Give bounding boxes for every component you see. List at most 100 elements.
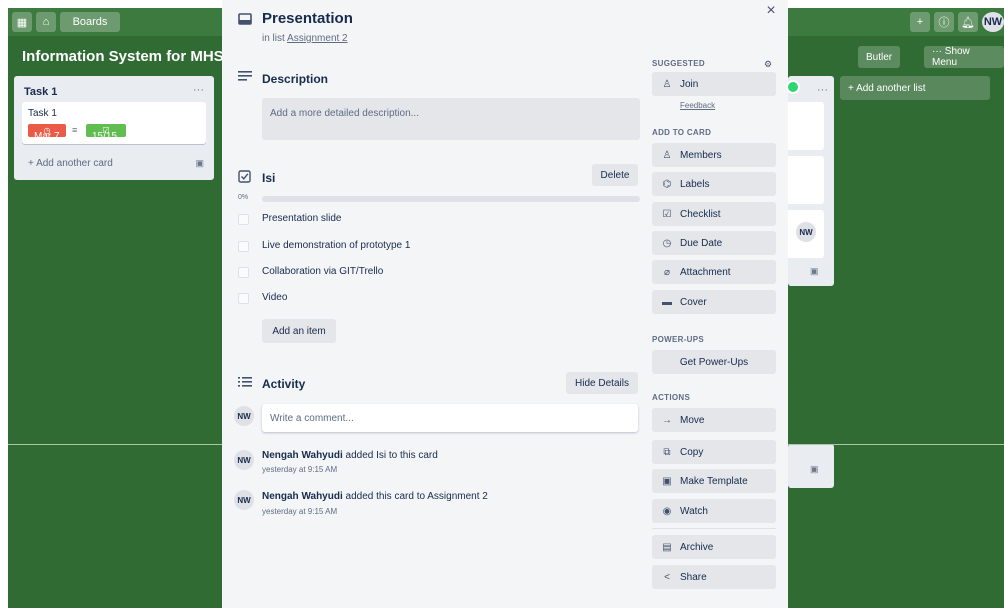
list-title[interactable]: Task 1 xyxy=(24,86,57,98)
comment-input[interactable]: Write a comment... xyxy=(262,404,638,432)
due-date-text: Mar 7 xyxy=(34,131,60,142)
checklist-item-label[interactable]: Live demonstration of prototype 1 xyxy=(262,240,410,251)
activity-avatar[interactable]: NW xyxy=(234,490,254,510)
suggested-heading: SUGGESTED xyxy=(652,59,705,68)
delete-checklist-label: Delete xyxy=(600,169,630,181)
copy-button[interactable]: ⧉ Copy xyxy=(652,440,776,464)
add-item-button[interactable]: Add an item xyxy=(262,319,336,343)
checklist-item-checkbox[interactable] xyxy=(238,213,249,225)
card-title[interactable]: Presentation xyxy=(262,10,353,27)
board-title[interactable]: Information System for MHS xyxy=(22,48,224,65)
butler-label: Butler xyxy=(866,51,893,63)
description-indicator-icon: ≡ xyxy=(72,125,78,135)
board-card[interactable]: Task 1 ◷ Mar 7 ≡ ☑ 15/15 xyxy=(22,102,206,144)
watch-button[interactable]: ◉ Watch xyxy=(652,499,776,523)
hide-details-button[interactable]: Hide Details xyxy=(566,372,638,394)
comment-avatar-initials: NW xyxy=(237,411,251,421)
checklist-item-label[interactable]: Presentation slide xyxy=(262,213,342,224)
activity-avatar[interactable]: NW xyxy=(234,450,254,470)
in-list-text: in list Assignment 2 xyxy=(262,33,348,44)
members-label: Members xyxy=(680,149,722,161)
template-icon[interactable]: ▣ xyxy=(810,266,819,277)
apps-icon[interactable]: ▦ xyxy=(12,12,32,32)
close-icon[interactable]: × xyxy=(764,3,778,19)
person-icon: ♙ xyxy=(662,149,672,161)
member-avatar: NW xyxy=(796,222,816,242)
add-card-button[interactable]: + Add another card xyxy=(28,158,113,169)
checklist-item-label[interactable]: Collaboration via GIT/Trello xyxy=(262,266,383,277)
bell-icon[interactable]: 🔔︎ xyxy=(958,12,978,32)
info-icon[interactable]: ⓘ xyxy=(934,12,954,32)
make-template-button[interactable]: ▣ Make Template xyxy=(652,469,776,493)
due-date-label: Due Date xyxy=(680,237,723,249)
user-avatar[interactable]: NW xyxy=(982,12,1004,32)
sidebar-divider xyxy=(652,528,776,529)
checklist-item: Collaboration via GIT/Trello xyxy=(238,264,383,280)
archive-button[interactable]: ▤ Archive xyxy=(652,535,776,559)
create-icon[interactable]: + xyxy=(910,12,930,32)
checklist-item: Presentation slide xyxy=(238,211,342,227)
description-heading: Description xyxy=(262,72,329,86)
power-ups-heading: POWER-UPS xyxy=(652,335,705,344)
feedback-link[interactable]: Feedback xyxy=(680,101,715,110)
list-link[interactable]: Assignment 2 xyxy=(287,33,348,44)
attachment-button[interactable]: ⌀ Attachment xyxy=(652,260,776,284)
activity-text: added this card to Assignment 2 xyxy=(345,491,488,502)
checklist-item-checkbox[interactable] xyxy=(238,292,249,304)
activity-user[interactable]: Nengah Wahyudi xyxy=(262,491,343,502)
add-list-button[interactable]: + Add another list xyxy=(840,76,990,100)
join-button[interactable]: ♙ Join xyxy=(652,72,776,96)
list-menu-icon[interactable]: ··· xyxy=(817,84,828,96)
activity-time[interactable]: yesterday at 9:15 AM xyxy=(262,507,337,516)
attachment-label: Attachment xyxy=(680,266,731,278)
checklist-heading[interactable]: Isi xyxy=(262,171,275,185)
list-task-1: Task 1 ··· Task 1 ◷ Mar 7 ≡ ☑ 15/15 + Ad… xyxy=(14,76,214,180)
comment-avatar[interactable]: NW xyxy=(234,406,254,426)
cover-button[interactable]: ▬ Cover xyxy=(652,290,776,314)
board-card[interactable]: NW xyxy=(788,210,824,258)
watch-label: Watch xyxy=(680,505,708,517)
add-to-card-heading: ADD TO CARD xyxy=(652,128,712,137)
in-list-prefix: in list xyxy=(262,33,285,44)
boards-button[interactable]: Boards xyxy=(60,12,120,32)
template-icon[interactable]: ▣ xyxy=(810,464,819,475)
description-icon xyxy=(238,71,252,81)
card-icon xyxy=(238,13,252,25)
labels-button[interactable]: ⌬ Labels xyxy=(652,172,776,196)
move-button[interactable]: → Move xyxy=(652,408,776,432)
activity-text: added Isi to this card xyxy=(345,450,438,461)
description-input[interactable]: Add a more detailed description... xyxy=(262,98,640,140)
activity-icon xyxy=(238,377,252,387)
archive-icon: ▤ xyxy=(662,541,672,553)
board-card[interactable] xyxy=(788,156,824,204)
show-menu-button[interactable]: ··· Show Menu xyxy=(924,46,1004,68)
share-button[interactable]: < Share xyxy=(652,565,776,589)
activity-heading: Activity xyxy=(262,377,306,391)
share-label: Share xyxy=(680,571,707,583)
list-menu-icon[interactable]: ··· xyxy=(193,84,204,96)
checklist-progress-percent: 0% xyxy=(238,194,249,201)
checklist-item-label[interactable]: Video xyxy=(262,292,287,303)
template-icon[interactable]: ▣ xyxy=(195,158,204,169)
due-date-button[interactable]: ◷ Due Date xyxy=(652,231,776,255)
template-icon: ▣ xyxy=(662,475,672,487)
activity-user[interactable]: Nengah Wahyudi xyxy=(262,450,343,461)
activity-time[interactable]: yesterday at 9:15 AM xyxy=(262,465,337,474)
gear-icon[interactable]: ⚙ xyxy=(764,59,772,70)
members-button[interactable]: ♙ Members xyxy=(652,143,776,167)
grammarly-icon[interactable] xyxy=(786,80,800,94)
checklist-item-checkbox[interactable] xyxy=(238,240,249,252)
butler-button[interactable]: Butler xyxy=(858,46,901,68)
delete-checklist-button[interactable]: Delete xyxy=(592,164,638,186)
checklist-icon xyxy=(238,170,251,183)
hide-details-label: Hide Details xyxy=(575,377,629,389)
home-icon[interactable]: ⌂ xyxy=(36,12,56,32)
cover-label: Cover xyxy=(680,296,707,308)
share-icon: < xyxy=(664,571,670,583)
board-card[interactable] xyxy=(788,102,824,150)
eye-icon: ◉ xyxy=(662,505,672,517)
checklist-button[interactable]: ☑ Checklist xyxy=(652,202,776,226)
get-power-ups-button[interactable]: Get Power-Ups xyxy=(652,350,776,374)
boards-label: Boards xyxy=(72,16,108,28)
checklist-item-checkbox[interactable] xyxy=(238,266,249,278)
